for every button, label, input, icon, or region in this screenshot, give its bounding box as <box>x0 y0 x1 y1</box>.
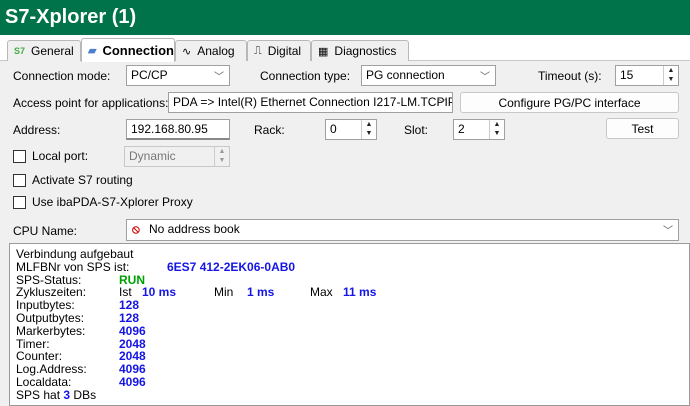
rack-stepper[interactable]: 0 ▲ ▼ <box>325 119 377 140</box>
spin-arrows-icon[interactable]: ▲ ▼ <box>489 120 504 139</box>
tab-connection[interactable]: ▰ Connection <box>81 38 175 62</box>
tab-digital[interactable]: ⎍ Digital <box>247 40 311 61</box>
info-value: 128 <box>119 310 140 325</box>
tab-diagnostics[interactable]: ▦ Diagnostics <box>311 40 409 61</box>
min-label: Min <box>214 285 234 300</box>
dbs-suffix: DBs <box>73 387 97 402</box>
cpu-name-select[interactable]: ⦸ No address book ﹀ <box>126 219 679 241</box>
chevron-down-icon: ﹀ <box>214 72 224 83</box>
cpu-name-label: CPU Name: <box>13 224 78 238</box>
square-wave-icon: ⎍ <box>254 44 262 57</box>
chevron-down-icon: ﹀ <box>663 226 673 237</box>
local-port-label: Local port: <box>32 149 89 163</box>
rack-value: 0 <box>330 122 337 136</box>
access-point-label: Access point for applications: <box>13 96 169 110</box>
s7-icon: S7 <box>14 46 26 56</box>
slot-stepper[interactable]: 2 ▲ ▼ <box>453 119 505 140</box>
tab-label: Diagnostics <box>334 44 397 58</box>
slot-label: Slot: <box>404 123 429 137</box>
address-input[interactable]: 192.168.80.95 <box>126 119 230 140</box>
test-button[interactable]: Test <box>606 118 679 139</box>
use-proxy-checkbox[interactable] <box>13 196 26 209</box>
timeout-value: 15 <box>620 68 634 82</box>
connection-mode-label: Connection mode: <box>13 69 111 83</box>
chevron-down-icon: ﹀ <box>480 72 490 83</box>
selected-value: PC/CP <box>131 68 168 82</box>
selected-value: No address book <box>149 222 240 236</box>
connection-icon: ▰ <box>88 45 97 57</box>
tab-label: Digital <box>267 44 302 58</box>
ist-value: 10 ms <box>142 285 177 300</box>
window-title: S7-Xplorer (1) <box>0 0 690 35</box>
spin-arrows-icon: ▲ ▼ <box>214 147 229 166</box>
min-value: 1 ms <box>247 285 275 300</box>
selected-value: PG connection <box>366 68 445 82</box>
max-label: Max <box>310 285 333 300</box>
tab-general[interactable]: S7 General <box>7 40 81 61</box>
local-port-checkbox[interactable] <box>13 150 26 163</box>
tab-analog[interactable]: ∿ Analog <box>175 40 247 61</box>
info-value: 4096 <box>119 323 146 338</box>
address-label: Address: <box>13 123 61 137</box>
spin-arrows-icon[interactable]: ▲ ▼ <box>361 120 376 139</box>
mlfb-value: 6ES7 412-2EK06-0AB0 <box>167 259 296 274</box>
access-point-select[interactable]: PDA => Intel(R) Ethernet Connection I217… <box>168 92 453 113</box>
timeout-stepper[interactable]: 15 ▲ ▼ <box>615 65 679 86</box>
info-value: 4096 <box>119 374 146 389</box>
tab-label: Connection <box>102 43 174 58</box>
prohibited-icon: ⦸ <box>132 222 140 236</box>
configure-pgpc-button[interactable]: Configure PG/PC interface <box>460 92 679 113</box>
dbs-prefix: SPS hat <box>16 387 61 402</box>
local-port-stepper: Dynamic ▲ ▼ <box>124 146 230 167</box>
max-value: 11 ms <box>343 285 377 300</box>
timeout-label: Timeout (s): <box>538 69 602 83</box>
use-proxy-label: Use ibaPDA-S7-Xplorer Proxy <box>32 195 193 209</box>
rack-label: Rack: <box>254 123 285 137</box>
chevron-down-icon: ﹀ <box>437 99 447 110</box>
connection-type-select[interactable]: PG connection ﹀ <box>361 65 496 86</box>
tab-label: Analog <box>197 44 235 58</box>
connection-info-panel: Verbindung aufgebaut MLFBNr von SPS ist:… <box>9 243 690 406</box>
connection-type-label: Connection type: <box>260 69 351 83</box>
chip-icon: ▦ <box>318 45 329 58</box>
dbs-count: 3 <box>63 387 71 402</box>
slot-value: 2 <box>458 122 465 136</box>
sine-wave-icon: ∿ <box>182 45 192 58</box>
local-port-value: Dynamic <box>129 149 176 163</box>
spin-arrows-icon[interactable]: ▲ ▼ <box>663 66 678 85</box>
activate-s7-routing-checkbox[interactable] <box>13 174 26 187</box>
selected-value: PDA => Intel(R) Ethernet Connection I217… <box>173 95 453 109</box>
activate-s7-routing-label: Activate S7 routing <box>32 173 133 187</box>
connection-mode-select[interactable]: PC/CP ﹀ <box>126 65 230 86</box>
tab-label: General <box>31 44 74 58</box>
tab-bar: S7 General ▰ Connection ∿ Analog ⎍ Digital ▦… <box>0 35 690 62</box>
